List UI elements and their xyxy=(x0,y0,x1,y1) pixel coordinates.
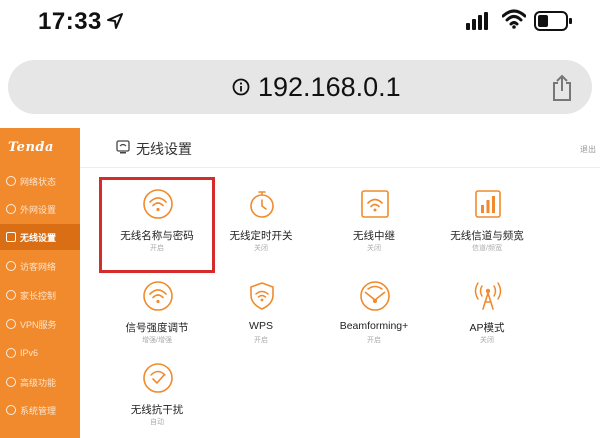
url-text[interactable]: 192.168.0.1 xyxy=(258,72,401,103)
sidebar-item-label: IPv6 xyxy=(20,348,39,358)
sidebar-item-vpn[interactable]: VPN服务 xyxy=(0,311,80,337)
brand-logo: Tenda xyxy=(8,140,54,155)
sidebar-item-system[interactable]: 系统管理 xyxy=(0,397,80,423)
repeater-icon xyxy=(361,190,389,218)
sidebar-item-network-status[interactable]: 网络状态 xyxy=(0,168,80,194)
status-time: 17:33 xyxy=(38,8,102,35)
nav-icon xyxy=(6,290,16,300)
wps-shield-icon xyxy=(250,282,274,310)
tile-status: 开启 xyxy=(150,245,164,252)
sidebar-item-label: 无线设置 xyxy=(20,232,57,243)
sidebar-item-parental-control[interactable]: 家长控制 xyxy=(0,282,80,308)
battery-icon xyxy=(534,11,572,31)
sidebar-item-label: VPN服务 xyxy=(20,319,57,330)
tile-status: 关闭 xyxy=(367,245,381,252)
logout-link[interactable]: 退出 xyxy=(580,144,596,155)
sidebar-item-wireless-settings[interactable]: 无线设置 xyxy=(0,224,80,250)
tile-signal-strength[interactable]: 信号强度调节 增强/增强 xyxy=(102,272,212,362)
tile-status: 关闭 xyxy=(254,245,268,252)
tile-beamforming[interactable]: Beamforming+ 开启 xyxy=(319,272,429,362)
tile-wireless-name-password[interactable]: 无线名称与密码 开启 xyxy=(99,177,215,273)
nav-icon xyxy=(6,176,16,186)
sidebar-item-label: 高级功能 xyxy=(20,377,57,388)
tile-label: 无线信道与频宽 xyxy=(450,230,524,242)
content-panel: 无线设置 退出 无线名称与密码 开启 无线定时开关 关闭 无线中继 关闭 无线信… xyxy=(80,128,600,438)
sidebar: Tenda 网络状态 外网设置 无线设置 访客网络 家长控制 VPN服务 IPv… xyxy=(0,128,80,438)
sidebar-item-label: 外网设置 xyxy=(20,204,57,215)
content-header: 无线设置 退出 xyxy=(80,128,600,168)
page-title: 无线设置 xyxy=(136,141,192,157)
share-icon[interactable] xyxy=(550,74,574,102)
tile-status: 增强/增强 xyxy=(142,337,172,344)
sidebar-item-label: 网络状态 xyxy=(20,176,57,187)
tile-status: 自动 xyxy=(150,419,164,426)
nav-icon xyxy=(6,204,16,214)
timer-icon xyxy=(250,191,274,218)
tile-label: 无线中继 xyxy=(353,230,395,242)
cellular-signal-icon xyxy=(466,12,488,30)
sidebar-item-label: 系统管理 xyxy=(20,405,57,416)
anti-interference-icon xyxy=(143,363,173,393)
tile-anti-interference[interactable]: 无线抗干扰 自动 xyxy=(102,354,212,438)
beamforming-icon xyxy=(360,281,390,311)
tile-label: 无线定时开关 xyxy=(229,230,293,242)
sidebar-item-wan-settings[interactable]: 外网设置 xyxy=(0,196,80,222)
status-bar: 17:33 xyxy=(0,0,600,46)
sidebar-item-label: 家长控制 xyxy=(20,290,57,301)
tile-label: AP模式 xyxy=(469,322,505,334)
nav-icon xyxy=(6,319,16,329)
router-icon xyxy=(116,140,130,154)
address-bar[interactable]: 192.168.0.1 xyxy=(8,60,592,114)
nav-icon xyxy=(6,348,16,358)
sidebar-item-ipv6[interactable]: IPv6 xyxy=(0,340,80,366)
tile-label: Beamforming+ xyxy=(339,320,409,332)
tile-status: 开启 xyxy=(367,337,381,344)
sidebar-item-guest-network[interactable]: 访客网络 xyxy=(0,253,80,279)
tile-label: WPS xyxy=(249,320,273,332)
nav-icon xyxy=(6,261,16,271)
tile-ap-mode[interactable]: AP模式 关闭 xyxy=(432,272,542,362)
signal-strength-icon xyxy=(143,281,173,311)
tile-wireless-channel[interactable]: 无线信道与频宽 信道/频宽 xyxy=(432,180,542,270)
tile-label: 无线抗干扰 xyxy=(130,404,184,416)
tile-wps[interactable]: WPS 开启 xyxy=(206,272,316,362)
tile-wireless-repeater[interactable]: 无线中继 关闭 xyxy=(319,180,429,270)
nav-icon xyxy=(6,405,16,415)
ap-antenna-icon xyxy=(474,282,502,310)
channel-icon xyxy=(475,190,501,218)
sidebar-item-label: 访客网络 xyxy=(20,261,57,272)
location-arrow-icon xyxy=(107,13,123,29)
tile-status: 开启 xyxy=(254,337,268,344)
wifi-icon xyxy=(143,189,173,219)
tile-status: 关闭 xyxy=(480,337,494,344)
info-icon[interactable] xyxy=(232,78,250,96)
tile-label: 无线名称与密码 xyxy=(120,230,194,242)
tile-wireless-schedule[interactable]: 无线定时开关 关闭 xyxy=(206,180,316,270)
nav-icon xyxy=(6,377,16,387)
nav-icon xyxy=(6,232,16,242)
tile-status: 信道/频宽 xyxy=(472,245,502,252)
sidebar-item-advanced[interactable]: 高级功能 xyxy=(0,369,80,395)
wifi-status-icon xyxy=(502,9,526,29)
tile-label: 信号强度调节 xyxy=(125,322,189,334)
